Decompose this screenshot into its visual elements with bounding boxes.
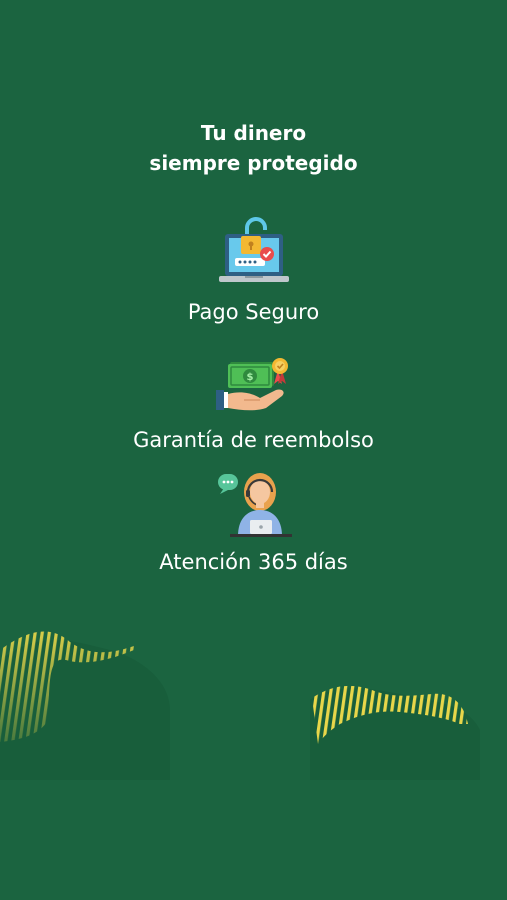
feature-label-support: Atención 365 días <box>159 550 348 574</box>
money-hand-refund-icon: $ <box>215 358 288 411</box>
decorative-stripes <box>0 631 480 780</box>
title-line-2: siempre protegido <box>149 151 358 175</box>
feature-refund-guarantee: $ Garantía de reembolso <box>0 354 507 454</box>
svg-text:$: $ <box>246 372 253 383</box>
support-agent-icon <box>217 473 292 537</box>
feature-label-secure-payment: Pago Seguro <box>187 300 320 324</box>
page: Tu dinero siempre protegido Pago Seguro … <box>0 0 507 900</box>
feature-secure-payment: Pago Seguro <box>0 216 507 326</box>
title-line-1: Tu dinero <box>200 121 307 145</box>
feature-support: Atención 365 días <box>0 470 507 576</box>
secure-laptop-lock-icon <box>218 217 289 282</box>
feature-label-refund-guarantee: Garantía de reembolso <box>133 428 374 452</box>
page-title: Tu dinero siempre protegido <box>0 118 507 178</box>
